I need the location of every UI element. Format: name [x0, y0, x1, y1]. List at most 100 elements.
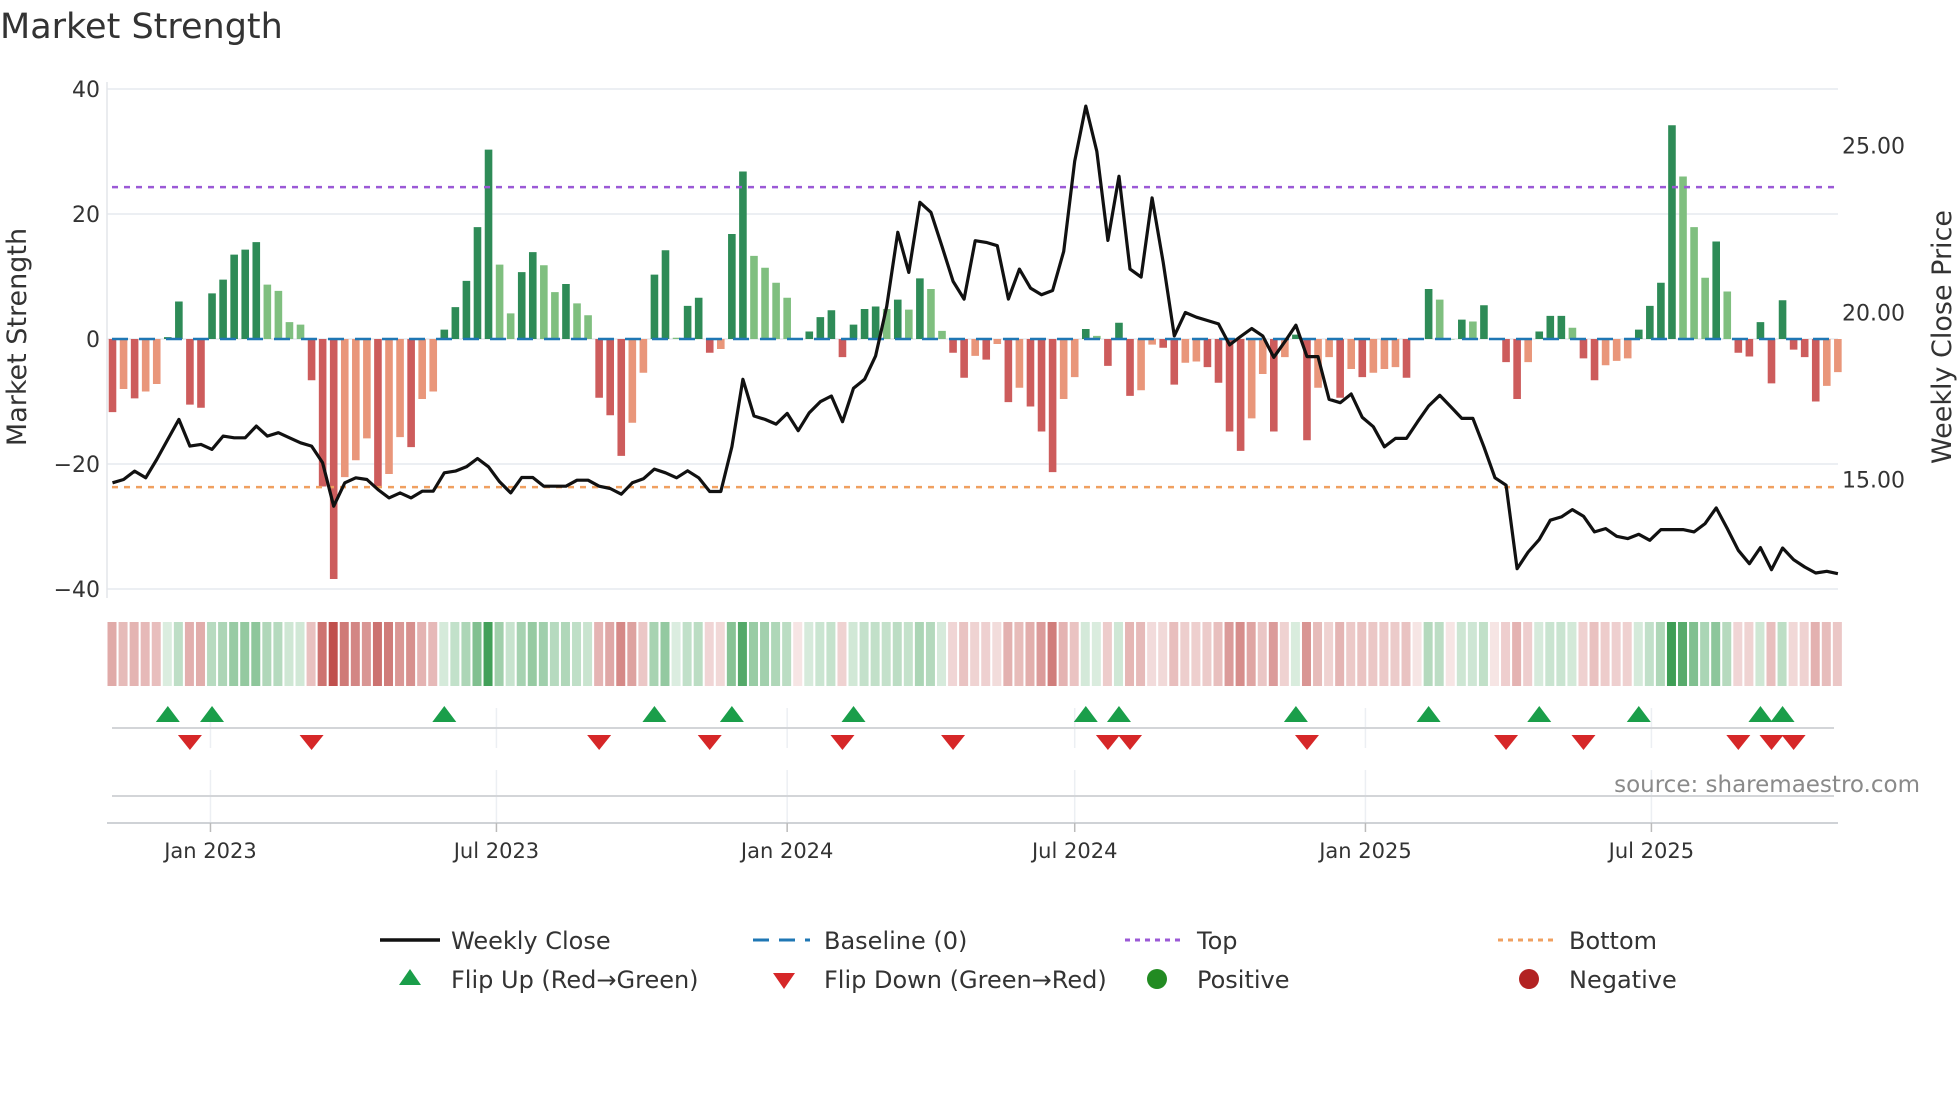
flip-markers-panel	[112, 706, 1834, 823]
strength-bar	[141, 339, 150, 392]
heat-cell	[925, 622, 935, 686]
heat-cell	[693, 622, 703, 686]
strength-bar	[694, 297, 703, 339]
heat-cell	[1313, 622, 1323, 686]
heat-cell	[339, 622, 349, 686]
strength-bar	[1535, 331, 1544, 339]
flip-down-marker	[1571, 735, 1596, 750]
circle-positive-icon	[1147, 969, 1167, 989]
strength-bar	[1203, 339, 1212, 368]
heat-cell	[1180, 622, 1190, 686]
heat-cell	[1832, 622, 1842, 686]
strength-bar	[1336, 339, 1344, 398]
heat-cell	[1534, 622, 1544, 686]
strength-bar	[252, 242, 261, 339]
strength-bar	[285, 322, 294, 339]
strength-bar	[1358, 339, 1367, 378]
heat-cell	[1467, 622, 1477, 686]
heat-cell	[1335, 622, 1345, 686]
legend-item-bottom: Bottom	[1498, 927, 1657, 955]
heat-cell	[594, 622, 604, 686]
heat-cell	[184, 622, 194, 686]
heat-cell	[848, 622, 858, 686]
heat-cell	[881, 622, 891, 686]
heat-cell	[1390, 622, 1400, 686]
heat-cell	[1213, 622, 1223, 686]
heat-cell	[572, 622, 582, 686]
flip-down-marker	[941, 735, 966, 750]
heat-cell	[1788, 622, 1798, 686]
strength-bar	[1579, 339, 1588, 359]
flip-up-marker	[719, 706, 744, 722]
heat-cell	[1279, 622, 1289, 686]
heat-cell	[605, 622, 615, 686]
strength-bar	[1513, 339, 1521, 399]
strength-bar	[1159, 339, 1167, 348]
heat-cell	[439, 622, 449, 686]
heat-cell	[992, 622, 1002, 686]
heat-cell	[1689, 622, 1699, 686]
heat-cell	[726, 622, 736, 686]
strength-bar	[340, 339, 349, 478]
heat-cell	[1666, 622, 1676, 686]
legend-item-weekly-close: Weekly Close	[380, 927, 611, 955]
heat-cell	[1722, 622, 1732, 686]
heat-cell	[1777, 622, 1787, 686]
strength-bar	[1634, 329, 1643, 339]
legend-label: Bottom	[1569, 927, 1657, 955]
heat-cell	[1091, 622, 1101, 686]
heat-cell	[660, 622, 670, 686]
heat-cell	[583, 622, 593, 686]
heat-cell	[1368, 622, 1378, 686]
flip-up-marker	[1073, 706, 1098, 722]
strength-bar	[562, 284, 570, 339]
heat-cell	[1047, 622, 1057, 686]
strength-bar	[916, 278, 924, 339]
heat-cell	[273, 622, 283, 686]
heat-cell	[616, 622, 626, 686]
y-tick-label: 40	[72, 78, 100, 103]
heat-cell	[1490, 622, 1499, 686]
heat-cell	[1821, 622, 1831, 686]
legend-item-top: Top	[1125, 927, 1238, 955]
heat-cell	[804, 622, 814, 686]
strength-bar	[617, 339, 626, 456]
flip-up-marker	[1283, 706, 1308, 722]
strength-bar	[1823, 339, 1831, 386]
heat-cell	[1622, 622, 1632, 686]
triangle-up-icon	[399, 969, 421, 985]
strength-bar	[1679, 176, 1687, 339]
heat-cell	[1025, 622, 1035, 686]
heat-cell	[1147, 622, 1157, 686]
heat-cell	[1711, 622, 1721, 686]
heat-cell	[162, 622, 172, 686]
heat-cell	[1290, 622, 1300, 686]
heat-cell	[516, 622, 526, 686]
strength-bar	[661, 250, 670, 339]
strength-bar	[1181, 339, 1190, 363]
strength-bar	[1037, 339, 1046, 432]
heat-cell	[251, 622, 261, 686]
heat-cell	[151, 622, 161, 686]
flip-up-marker	[155, 706, 180, 722]
flip-down-marker	[1726, 735, 1751, 750]
x-tick-label: Jul 2023	[452, 839, 539, 863]
strength-bar	[860, 309, 869, 339]
x-tick-label: Jul 2025	[1607, 839, 1694, 863]
strength-bar	[1756, 322, 1765, 339]
strength-bar	[241, 249, 250, 339]
legend-label: Flip Up (Red→Green)	[451, 966, 699, 994]
heat-cell	[140, 622, 150, 686]
strength-bar	[728, 234, 736, 339]
heat-cell	[1246, 622, 1256, 686]
strength-bar	[385, 339, 393, 474]
strength-bar	[528, 252, 537, 339]
heat-cell	[1412, 622, 1422, 686]
heat-cell	[538, 622, 548, 686]
y2-tick-label: 15.00	[1842, 469, 1905, 494]
heat-cell	[892, 622, 902, 686]
strength-bar	[451, 307, 460, 339]
heat-cell	[107, 622, 117, 686]
heat-cell	[361, 622, 371, 686]
strength-bar	[905, 309, 913, 339]
